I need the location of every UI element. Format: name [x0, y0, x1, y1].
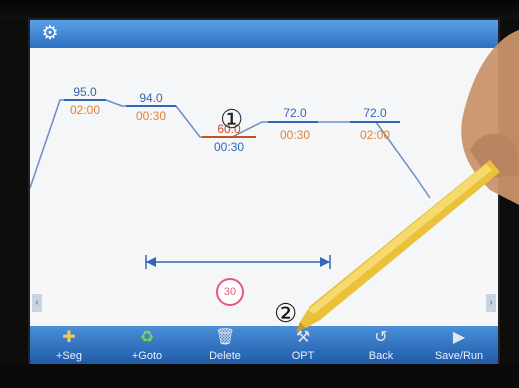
save-run-button[interactable]: ▶ Save/Run: [420, 326, 498, 364]
recycle-icon: ♻: [139, 329, 155, 346]
cycle-range-arrow-left: [146, 257, 156, 267]
add-segment-button[interactable]: ✚ +Seg: [30, 326, 108, 364]
scroll-right-button[interactable]: ›: [486, 294, 496, 312]
cycle-count-badge[interactable]: 30: [216, 278, 244, 306]
segment-temp[interactable]: 94.0: [124, 91, 178, 105]
segment-time[interactable]: 02:00: [348, 128, 402, 142]
wrench-icon: ⚒: [295, 329, 311, 346]
device-bezel-top: [0, 0, 519, 20]
bottom-toolbar: ✚ +Seg ♻ +Goto 🗑 Delete ⚒ OPT ↺ Back ▶ S…: [30, 326, 498, 364]
device-bezel-bottom: [0, 364, 519, 388]
opt-button[interactable]: ⚒ OPT: [264, 326, 342, 364]
segment-time[interactable]: 00:30: [202, 140, 256, 154]
back-arrow-icon: ↺: [374, 329, 388, 346]
thermal-profile-canvas: 95.0 02:00 94.0 00:30 60.0 00:30 72.0 00…: [30, 48, 498, 336]
annotation-marker-1: ①: [220, 104, 244, 134]
gear-icon[interactable]: ⚙: [40, 24, 60, 44]
title-bar: ⚙: [30, 20, 498, 48]
back-label: Back: [368, 350, 394, 362]
segment-time[interactable]: 00:30: [124, 109, 178, 123]
delete-label: Delete: [209, 350, 241, 362]
add-segment-label: +Seg: [56, 350, 82, 362]
annotation-marker-2: ②: [274, 298, 298, 328]
back-button[interactable]: ↺ Back: [342, 326, 420, 364]
segment-time[interactable]: 00:30: [268, 128, 322, 142]
segment-temp[interactable]: 95.0: [58, 85, 112, 99]
touch-screen: ⚙ 95.0 02:00 94.0 00:30 60.0 00:30 72.0 …: [30, 20, 498, 364]
segment-temp[interactable]: 72.0: [348, 106, 402, 120]
cycle-range-arrow-right: [320, 257, 330, 267]
segment-time[interactable]: 02:00: [58, 103, 112, 117]
segment-temp[interactable]: 72.0: [268, 106, 322, 120]
opt-label: OPT: [291, 350, 315, 362]
add-segment-icon: ✚: [62, 329, 76, 346]
save-run-label: Save/Run: [434, 350, 484, 362]
run-icon: ▶: [452, 329, 466, 346]
add-goto-button[interactable]: ♻ +Goto: [108, 326, 186, 364]
delete-button[interactable]: 🗑 Delete: [186, 326, 264, 364]
add-goto-label: +Goto: [131, 350, 163, 362]
scroll-left-button[interactable]: ‹: [32, 294, 42, 312]
trash-icon: 🗑: [215, 329, 236, 346]
